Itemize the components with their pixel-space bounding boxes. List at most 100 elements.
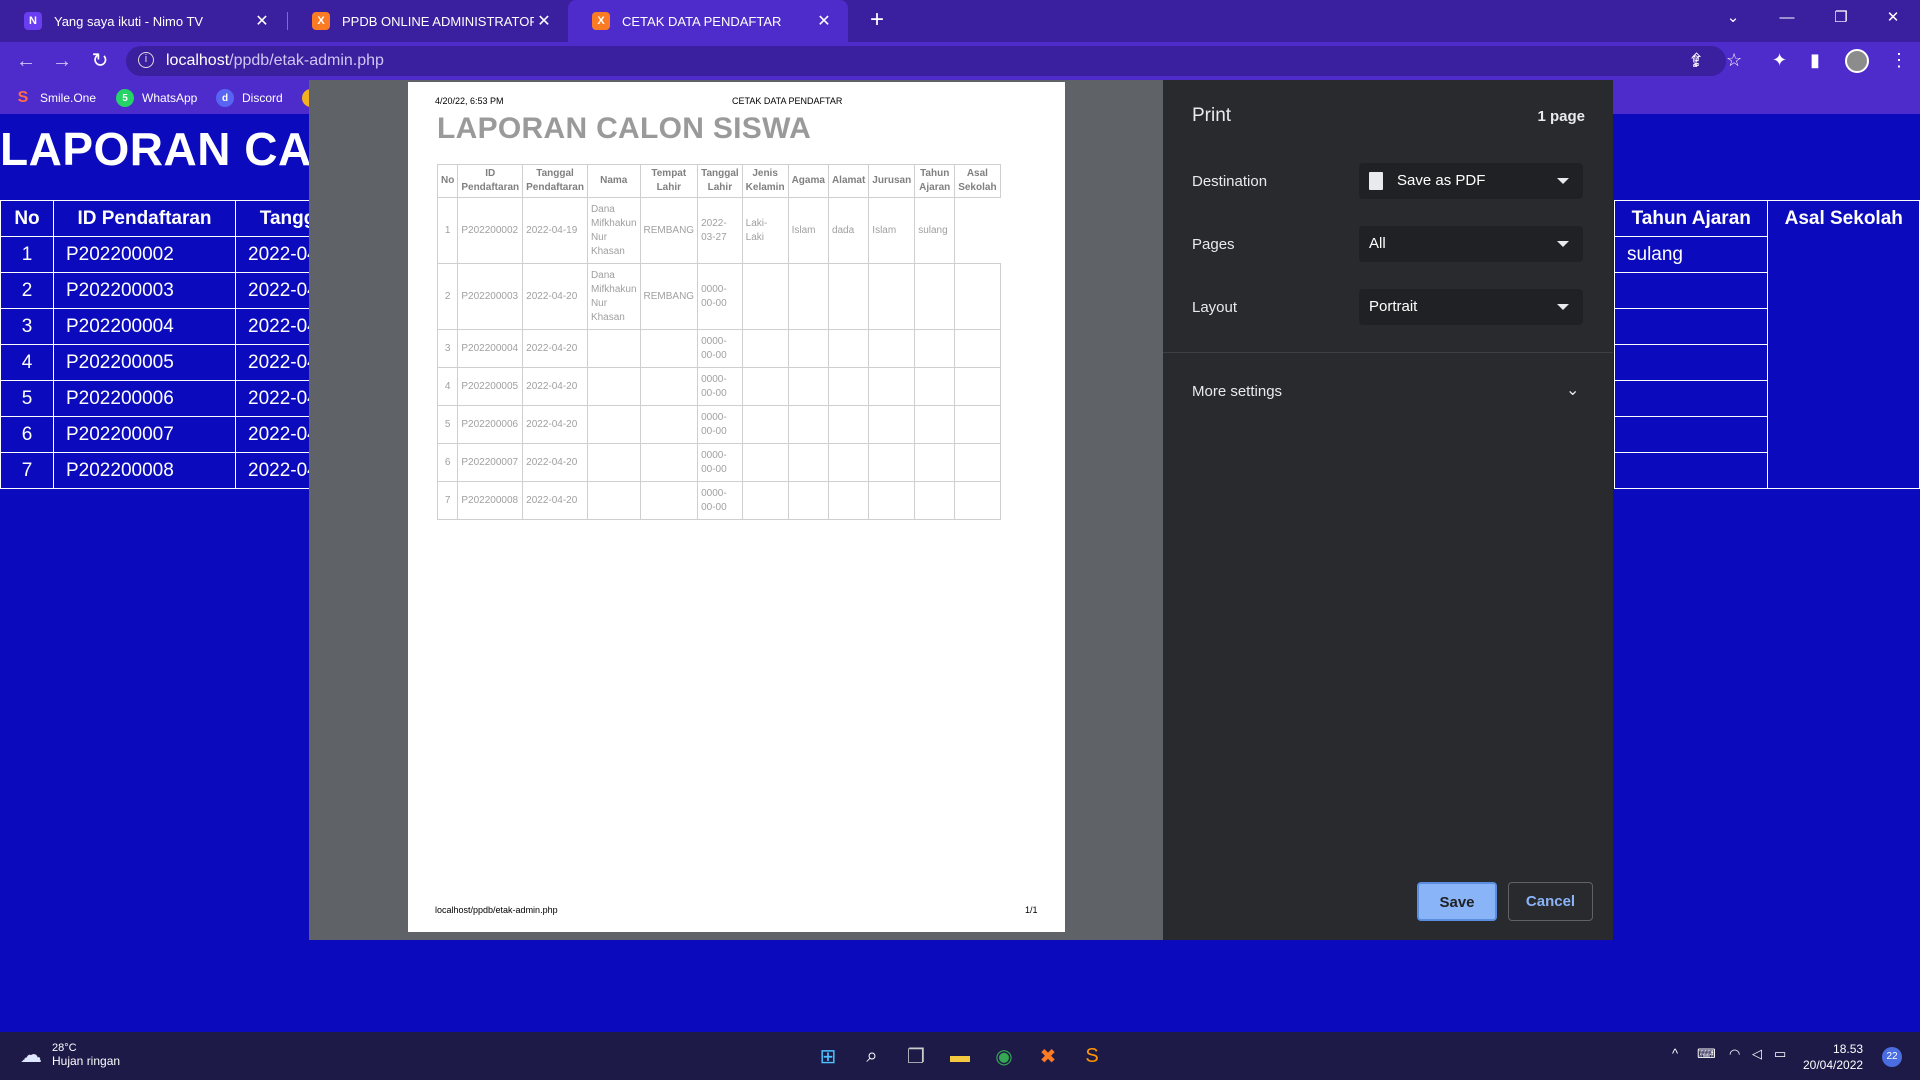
tab-search-icon[interactable]: ⌄ (1706, 0, 1760, 36)
menu-kebab-icon[interactable]: ⋮ (1890, 50, 1908, 71)
cancel-button[interactable]: Cancel (1508, 882, 1593, 921)
preview-cell (639, 481, 699, 520)
volume-icon[interactable]: ◁ (1752, 1046, 1762, 1062)
preview-column-header: Agama (787, 164, 829, 198)
system-clock[interactable]: 18.53 20/04/2022 (1803, 1041, 1863, 1073)
close-tab-icon[interactable]: ✕ (814, 11, 834, 31)
preview-cell (954, 329, 1001, 368)
chevron-down-icon[interactable]: ⌄ (1566, 380, 1579, 400)
destination-select[interactable]: Save as PDF (1359, 163, 1583, 199)
layout-value: Portrait (1369, 298, 1418, 315)
chrome-icon[interactable]: ◉ (988, 1040, 1020, 1072)
extensions-icon[interactable]: ✦ (1772, 50, 1787, 71)
wifi-icon[interactable]: ◠ (1729, 1046, 1740, 1062)
layout-select[interactable]: Portrait (1359, 289, 1583, 325)
clock-date: 20/04/2022 (1803, 1058, 1864, 1072)
forward-icon[interactable]: → (48, 48, 76, 74)
preview-table-row: 3 P202200004 2022-04-20 0000-00-00 (436, 329, 1001, 368)
preview-cell: dada (827, 197, 870, 264)
more-settings-toggle[interactable]: More settings (1192, 383, 1282, 400)
weather-widget[interactable]: ☁ 28°C Hujan ringan (20, 1042, 120, 1068)
preview-column-header: Asal Sekolah (954, 164, 1001, 198)
search-icon[interactable]: ⌕ (856, 1040, 888, 1072)
layout-label: Layout (1192, 299, 1238, 316)
back-icon[interactable]: ← (12, 48, 40, 74)
notification-badge[interactable]: 22 (1882, 1047, 1902, 1067)
column-header: Asal Sekolah (1767, 200, 1920, 237)
tab-cetak-data[interactable]: X CETAK DATA PENDAFTAR ✕ (568, 0, 848, 42)
bookmark-whatsapp[interactable]: 5 WhatsApp (116, 89, 197, 107)
pages-select[interactable]: All (1359, 226, 1583, 262)
cell-tahun (1613, 452, 1769, 489)
preview-cell (741, 367, 789, 406)
close-window-icon[interactable]: ✕ (1866, 0, 1920, 36)
cell-id: P202200007 (53, 416, 236, 453)
weather-text: Hujan ringan (52, 1054, 121, 1068)
preview-cell: Dana Mifkhakun Nur Khasan (586, 197, 641, 264)
restore-icon[interactable]: ❐ (1814, 0, 1868, 36)
preview-date: 4/20/22, 6:53 PM (435, 96, 504, 106)
table-row: 7 P202200008 2022-04- (0, 452, 356, 489)
sublime-text-icon[interactable]: S (1076, 1040, 1108, 1072)
windows-start-icon[interactable]: ⊞ (812, 1040, 844, 1072)
save-button[interactable]: Save (1417, 882, 1497, 921)
file-explorer-icon[interactable]: ▬ (944, 1040, 976, 1072)
bookmark-star-icon[interactable]: ☆ (1726, 50, 1742, 71)
task-view-icon[interactable]: ❐ (900, 1040, 932, 1072)
preview-cell (827, 367, 870, 406)
preview-cell: 0000-00-00 (697, 481, 743, 520)
tab-strip: N Yang saya ikuti - Nimo TV ✕ X PPDB ONL… (0, 0, 1920, 42)
new-tab-icon[interactable]: + (862, 6, 892, 36)
tab-title: CETAK DATA PENDAFTAR (622, 13, 782, 29)
preview-cell (868, 263, 916, 330)
print-dialog: 4/20/22, 6:53 PM CETAK DATA PENDAFTAR LA… (309, 80, 1613, 940)
preview-cell (868, 443, 916, 482)
keyboard-icon[interactable]: ⌨ (1697, 1046, 1716, 1062)
preview-column-header: Tanggal Lahir (697, 164, 743, 198)
preview-cell: 5 (436, 405, 459, 444)
preview-cell (954, 481, 1001, 520)
xampp-icon[interactable]: ✖ (1032, 1040, 1064, 1072)
preview-cell: P202200003 (457, 263, 524, 330)
browser-toolbar: ← → ↻ i localhost/ppdb/etak-admin.php ⇪ … (0, 42, 1920, 80)
preview-cell (787, 329, 829, 368)
discord-icon: d (216, 89, 234, 107)
preview-cell: P202200006 (457, 405, 524, 444)
preview-cell (827, 263, 870, 330)
dropdown-caret-icon (1557, 304, 1569, 310)
destination-label: Destination (1192, 173, 1268, 190)
cell-no: 2 (0, 272, 54, 309)
share-icon[interactable]: ⇪ (1689, 50, 1704, 71)
chevron-up-icon[interactable]: ^ (1672, 1046, 1678, 1061)
cell-no: 6 (0, 416, 54, 453)
cell-tahun (1613, 380, 1769, 417)
cell-no: 5 (0, 380, 54, 417)
side-panel-icon[interactable]: ▮ (1810, 50, 1820, 71)
cloud-rain-icon: ☁ (20, 1042, 42, 1067)
dropdown-caret-icon (1557, 241, 1569, 247)
tab-nimo[interactable]: N Yang saya ikuti - Nimo TV ✕ (0, 0, 286, 42)
avatar[interactable] (1845, 49, 1869, 73)
tab-ppdb-admin[interactable]: X PPDB ONLINE ADMINISTRATOR ✕ (288, 0, 568, 42)
close-tab-icon[interactable]: ✕ (534, 11, 554, 31)
preview-footer-url: localhost/ppdb/etak-admin.php (435, 905, 558, 915)
minimize-icon[interactable]: — (1760, 0, 1814, 36)
preview-cell (639, 367, 699, 406)
preview-cell (741, 481, 789, 520)
smileone-icon: S (17, 89, 29, 106)
bookmark-label: Smile.One (40, 91, 97, 105)
battery-icon[interactable]: ▭ (1774, 1046, 1786, 1062)
bookmark-smileone[interactable]: S Smile.One (14, 89, 96, 107)
preview-cell (827, 443, 870, 482)
bookmark-discord[interactable]: d Discord (216, 89, 283, 107)
destination-value: Save as PDF (1397, 172, 1486, 189)
preview-cell: 2022-04-20 (522, 481, 588, 520)
address-bar[interactable]: i localhost/ppdb/etak-admin.php ⇪ (126, 46, 1726, 76)
site-info-icon[interactable]: i (138, 52, 154, 68)
preview-cell: REMBANG (639, 197, 699, 264)
preview-cell: 2022-04-20 (522, 443, 588, 482)
preview-table: No ID Pendaftaran Tanggal Pendaftaran Nama T… (436, 164, 1001, 520)
preview-table-row: 5 P202200006 2022-04-20 0000-00-00 (436, 405, 1001, 444)
reload-icon[interactable]: ↻ (86, 48, 114, 74)
close-tab-icon[interactable]: ✕ (252, 11, 272, 31)
